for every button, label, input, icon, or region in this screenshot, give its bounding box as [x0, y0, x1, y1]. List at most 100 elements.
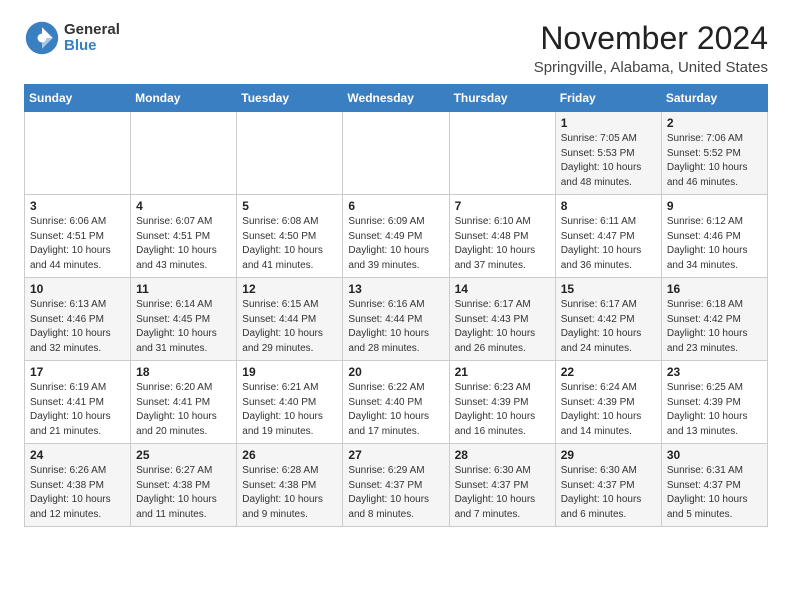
month-title: November 2024 — [534, 20, 768, 57]
day-info: Sunrise: 6:18 AMSunset: 4:42 PMDaylight:… — [667, 298, 762, 356]
week-row-5: 24 Sunrise: 6:26 AMSunset: 4:38 PMDayligh… — [25, 444, 768, 527]
week-row-3: 10Sunrise: 6:13 AMSunset: 4:46 PMDayligh… — [25, 278, 768, 361]
day-info: Sunrise: 7:05 AMSunset: 5:53 PMDaylight:… — [561, 132, 656, 190]
day-cell: 9 Sunrise: 6:12 AMSunset: 4:46 PMDaylight… — [661, 195, 767, 278]
day-number: 30 — [667, 448, 762, 462]
weekday-header-monday: Monday — [131, 85, 237, 112]
day-number: 13 — [348, 282, 443, 296]
day-number: 29 — [561, 448, 656, 462]
day-number: 23 — [667, 365, 762, 379]
day-info: Sunrise: 6:24 AMSunset: 4:39 PMDaylight:… — [561, 381, 656, 439]
day-number: 21 — [455, 365, 550, 379]
day-info: Sunrise: 6:31 AMSunset: 4:37 PMDaylight:… — [667, 464, 762, 522]
weekday-header-saturday: Saturday — [661, 85, 767, 112]
day-cell: 6 Sunrise: 6:09 AMSunset: 4:49 PMDaylight… — [343, 195, 449, 278]
weekday-header-friday: Friday — [555, 85, 661, 112]
day-cell: 4 Sunrise: 6:07 AMSunset: 4:51 PMDaylight… — [131, 195, 237, 278]
day-number: 10 — [30, 282, 125, 296]
day-info: Sunrise: 6:30 AMSunset: 4:37 PMDaylight:… — [561, 464, 656, 522]
day-cell: 1Sunrise: 7:05 AMSunset: 5:53 PMDaylight… — [555, 112, 661, 195]
day-info: Sunrise: 6:10 AMSunset: 4:48 PMDaylight:… — [455, 215, 550, 273]
day-info: Sunrise: 6:11 AMSunset: 4:47 PMDaylight:… — [561, 215, 656, 273]
day-info: Sunrise: 6:16 AMSunset: 4:44 PMDaylight:… — [348, 298, 443, 356]
day-number: 19 — [242, 365, 337, 379]
day-info: Sunrise: 6:19 AMSunset: 4:41 PMDaylight:… — [30, 381, 125, 439]
day-info: Sunrise: 6:17 AMSunset: 4:43 PMDaylight:… — [455, 298, 550, 356]
day-cell: 8 Sunrise: 6:11 AMSunset: 4:47 PMDaylight… — [555, 195, 661, 278]
day-cell: 3 Sunrise: 6:06 AMSunset: 4:51 PMDaylight… — [25, 195, 131, 278]
day-info: Sunrise: 6:20 AMSunset: 4:41 PMDaylight:… — [136, 381, 231, 439]
weekday-header-tuesday: Tuesday — [237, 85, 343, 112]
day-number: 28 — [455, 448, 550, 462]
day-number: 25 — [136, 448, 231, 462]
day-number: 7 — [455, 199, 550, 213]
logo-icon — [24, 20, 60, 56]
week-row-4: 17 Sunrise: 6:19 AMSunset: 4:41 PMDayligh… — [25, 361, 768, 444]
weekday-header-thursday: Thursday — [449, 85, 555, 112]
day-cell: 21Sunrise: 6:23 AMSunset: 4:39 PMDayligh… — [449, 361, 555, 444]
day-info: Sunrise: 6:22 AMSunset: 4:40 PMDaylight:… — [348, 381, 443, 439]
weekday-header-wednesday: Wednesday — [343, 85, 449, 112]
title-block: November 2024 Springville, Alabama, Unit… — [534, 20, 768, 76]
day-cell: 7 Sunrise: 6:10 AMSunset: 4:48 PMDaylight… — [449, 195, 555, 278]
day-cell: 13 Sunrise: 6:16 AMSunset: 4:44 PMDayligh… — [343, 278, 449, 361]
day-cell: 18Sunrise: 6:20 AMSunset: 4:41 PMDayligh… — [131, 361, 237, 444]
day-number: 14 — [455, 282, 550, 296]
week-row-1: 1Sunrise: 7:05 AMSunset: 5:53 PMDaylight… — [25, 112, 768, 195]
week-row-2: 3 Sunrise: 6:06 AMSunset: 4:51 PMDaylight… — [25, 195, 768, 278]
day-number: 6 — [348, 199, 443, 213]
day-info: Sunrise: 6:07 AMSunset: 4:51 PMDaylight:… — [136, 215, 231, 273]
day-info: Sunrise: 6:09 AMSunset: 4:49 PMDaylight:… — [348, 215, 443, 273]
day-number: 24 — [30, 448, 125, 462]
day-number: 5 — [242, 199, 337, 213]
day-cell: 27Sunrise: 6:29 AMSunset: 4:37 PMDayligh… — [343, 444, 449, 527]
day-info: Sunrise: 6:27 AMSunset: 4:38 PMDaylight:… — [136, 464, 231, 522]
day-info: Sunrise: 6:30 AMSunset: 4:37 PMDaylight:… — [455, 464, 550, 522]
day-cell: 15 Sunrise: 6:17 AMSunset: 4:42 PMDayligh… — [555, 278, 661, 361]
logo-text-general: General — [64, 22, 120, 39]
logo-text-blue: Blue — [64, 38, 120, 55]
calendar-table: SundayMondayTuesdayWednesdayThursdayFrid… — [24, 84, 768, 527]
day-cell: 30 Sunrise: 6:31 AMSunset: 4:37 PMDayligh… — [661, 444, 767, 527]
day-info: Sunrise: 6:21 AMSunset: 4:40 PMDaylight:… — [242, 381, 337, 439]
day-cell: 28 Sunrise: 6:30 AMSunset: 4:37 PMDayligh… — [449, 444, 555, 527]
day-info: Sunrise: 6:08 AMSunset: 4:50 PMDaylight:… — [242, 215, 337, 273]
day-cell: 20 Sunrise: 6:22 AMSunset: 4:40 PMDayligh… — [343, 361, 449, 444]
day-info: Sunrise: 6:29 AMSunset: 4:37 PMDaylight:… — [348, 464, 443, 522]
day-cell: 29 Sunrise: 6:30 AMSunset: 4:37 PMDayligh… — [555, 444, 661, 527]
day-info: Sunrise: 6:28 AMSunset: 4:38 PMDaylight:… — [242, 464, 337, 522]
day-cell: 16Sunrise: 6:18 AMSunset: 4:42 PMDayligh… — [661, 278, 767, 361]
day-cell: 5 Sunrise: 6:08 AMSunset: 4:50 PMDaylight… — [237, 195, 343, 278]
day-cell: 11 Sunrise: 6:14 AMSunset: 4:45 PMDayligh… — [131, 278, 237, 361]
day-info: Sunrise: 6:26 AMSunset: 4:38 PMDaylight:… — [30, 464, 125, 522]
day-number: 20 — [348, 365, 443, 379]
day-cell — [25, 112, 131, 195]
day-cell: 19 Sunrise: 6:21 AMSunset: 4:40 PMDayligh… — [237, 361, 343, 444]
day-number: 26 — [242, 448, 337, 462]
day-cell: 26 Sunrise: 6:28 AMSunset: 4:38 PMDayligh… — [237, 444, 343, 527]
weekday-header-row: SundayMondayTuesdayWednesdayThursdayFrid… — [25, 85, 768, 112]
day-number: 9 — [667, 199, 762, 213]
day-number: 15 — [561, 282, 656, 296]
day-info: Sunrise: 6:25 AMSunset: 4:39 PMDaylight:… — [667, 381, 762, 439]
day-cell: 24 Sunrise: 6:26 AMSunset: 4:38 PMDayligh… — [25, 444, 131, 527]
day-number: 3 — [30, 199, 125, 213]
day-cell: 14 Sunrise: 6:17 AMSunset: 4:43 PMDayligh… — [449, 278, 555, 361]
weekday-header-sunday: Sunday — [25, 85, 131, 112]
day-number: 4 — [136, 199, 231, 213]
day-number: 17 — [30, 365, 125, 379]
day-number: 8 — [561, 199, 656, 213]
day-number: 11 — [136, 282, 231, 296]
day-cell — [343, 112, 449, 195]
day-info: Sunrise: 6:12 AMSunset: 4:46 PMDaylight:… — [667, 215, 762, 273]
day-info: Sunrise: 6:17 AMSunset: 4:42 PMDaylight:… — [561, 298, 656, 356]
day-cell — [237, 112, 343, 195]
day-number: 22 — [561, 365, 656, 379]
day-cell: 12Sunrise: 6:15 AMSunset: 4:44 PMDayligh… — [237, 278, 343, 361]
day-cell: 22 Sunrise: 6:24 AMSunset: 4:39 PMDayligh… — [555, 361, 661, 444]
day-info: Sunrise: 6:14 AMSunset: 4:45 PMDaylight:… — [136, 298, 231, 356]
day-cell: 10Sunrise: 6:13 AMSunset: 4:46 PMDayligh… — [25, 278, 131, 361]
day-cell — [449, 112, 555, 195]
day-info: Sunrise: 6:06 AMSunset: 4:51 PMDaylight:… — [30, 215, 125, 273]
day-info: Sunrise: 6:15 AMSunset: 4:44 PMDaylight:… — [242, 298, 337, 356]
